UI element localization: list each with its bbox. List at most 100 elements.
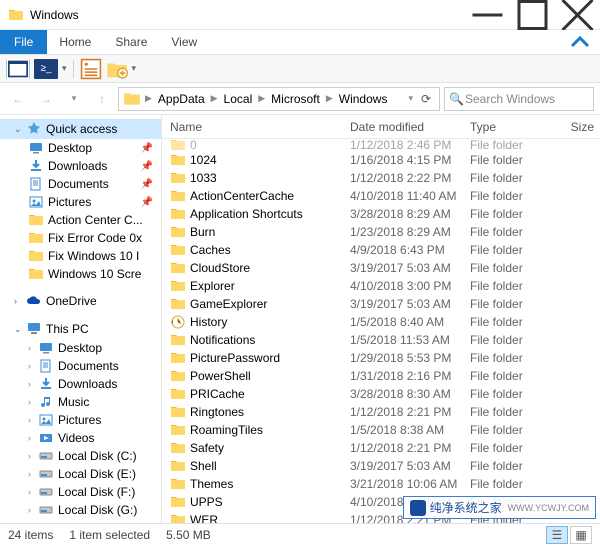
breadcrumb[interactable]: AppData (154, 92, 209, 106)
search-input[interactable]: 🔍 Search Windows (444, 87, 594, 111)
address-bar[interactable]: ▶ AppData ▶ Local ▶ Microsoft ▶ Windows … (118, 87, 440, 111)
chevron-right-icon[interactable]: › (28, 487, 38, 497)
folder-icon (8, 7, 24, 23)
file-name: PowerShell (190, 369, 350, 383)
disk-icon (38, 484, 54, 500)
status-size: 5.50 MB (166, 528, 211, 542)
file-date: 1/12/2018 2:21 PM (350, 441, 470, 455)
forward-button[interactable]: → (34, 87, 58, 111)
sidebar-item[interactable]: Pictures📌 (0, 193, 161, 211)
sidebar-item[interactable]: ›Desktop (0, 339, 161, 357)
sidebar-item[interactable]: Fix Windows 10 I (0, 247, 161, 265)
table-row[interactable]: CloudStore3/19/2017 5:03 AMFile folder (162, 259, 600, 277)
tab-share[interactable]: Share (103, 30, 159, 54)
table-row[interactable]: Application Shortcuts3/28/2018 8:29 AMFi… (162, 205, 600, 223)
sidebar-item[interactable]: Action Center C... (0, 211, 161, 229)
maximize-button[interactable] (510, 0, 555, 30)
thumbnails-view-button[interactable]: ▦ (570, 526, 592, 544)
table-row[interactable]: Notifications1/5/2018 11:53 AMFile folde… (162, 331, 600, 349)
table-row[interactable]: PicturePassword1/29/2018 5:53 PMFile fol… (162, 349, 600, 367)
chevron-right-icon[interactable]: › (28, 361, 38, 371)
sidebar-item[interactable]: Windows 10 Scre (0, 265, 161, 283)
chevron-right-icon[interactable]: ▶ (209, 93, 220, 104)
chevron-down-icon[interactable]: ▾ (406, 93, 415, 104)
chevron-right-icon[interactable]: › (28, 415, 38, 425)
tab-home[interactable]: Home (47, 30, 103, 54)
file-type: File folder (470, 441, 550, 455)
chevron-down-icon[interactable]: ⌄ (14, 324, 26, 335)
chevron-right-icon[interactable]: › (28, 505, 38, 515)
table-row[interactable]: Shell3/19/2017 5:03 AMFile folder (162, 457, 600, 475)
file-name: History (190, 315, 350, 329)
up-button[interactable]: ↑ (90, 87, 114, 111)
table-row[interactable]: 10331/12/2018 2:22 PMFile folder (162, 169, 600, 187)
file-name: Shell (190, 459, 350, 473)
sidebar-item[interactable]: ›Downloads (0, 375, 161, 393)
sidebar-item[interactable]: Documents📌 (0, 175, 161, 193)
refresh-button[interactable]: ⟳ (415, 92, 437, 106)
column-date[interactable]: Date modified (350, 120, 470, 134)
table-row[interactable]: PowerShell1/31/2018 2:16 PMFile folder (162, 367, 600, 385)
table-row[interactable]: Safety1/12/2018 2:21 PMFile folder (162, 439, 600, 457)
minimize-button[interactable] (465, 0, 510, 30)
properties-button[interactable] (80, 58, 102, 80)
chevron-right-icon[interactable]: › (28, 397, 38, 407)
sidebar-item[interactable]: ›Pictures (0, 411, 161, 429)
table-row[interactable]: Themes3/21/2018 10:06 AMFile folder (162, 475, 600, 493)
close-button[interactable] (555, 0, 600, 30)
table-row[interactable]: GameExplorer3/19/2017 5:03 AMFile folder (162, 295, 600, 313)
table-row[interactable]: PRICache3/28/2018 8:30 AMFile folder (162, 385, 600, 403)
sidebar-item[interactable]: ›Videos (0, 429, 161, 447)
table-row[interactable]: 01/12/2018 2:46 PMFile folder (162, 139, 600, 151)
sidebar-item[interactable]: Fix Error Code 0x (0, 229, 161, 247)
file-name: Notifications (190, 333, 350, 347)
tab-view[interactable]: View (159, 30, 209, 54)
folder-icon (28, 266, 44, 282)
table-row[interactable]: ActionCenterCache4/10/2018 11:40 AMFile … (162, 187, 600, 205)
details-view-button[interactable]: ☰ (546, 526, 568, 544)
table-row[interactable]: Explorer4/10/2018 3:00 PMFile folder (162, 277, 600, 295)
quick-access-header[interactable]: ⌄ Quick access (0, 119, 161, 139)
column-type[interactable]: Type (470, 120, 550, 134)
folder-icon (170, 404, 186, 420)
sidebar-item[interactable]: Downloads📌 (0, 157, 161, 175)
sidebar-item[interactable]: Desktop📌 (0, 139, 161, 157)
onedrive-header[interactable]: › OneDrive (0, 291, 161, 311)
sidebar-item[interactable]: ›Music (0, 393, 161, 411)
table-row[interactable]: Ringtones1/12/2018 2:21 PMFile folder (162, 403, 600, 421)
sidebar-item[interactable]: ›Local Disk (E:) (0, 465, 161, 483)
chevron-right-icon[interactable]: ▶ (324, 93, 335, 104)
file-date: 1/12/2018 2:46 PM (350, 139, 470, 152)
chevron-right-icon[interactable]: › (28, 433, 38, 443)
sidebar-item[interactable]: ›Documents (0, 357, 161, 375)
breadcrumb[interactable]: Local (220, 92, 257, 106)
sidebar-item[interactable]: ›Local Disk (G:) (0, 501, 161, 519)
chevron-right-icon[interactable]: › (28, 343, 38, 353)
column-size[interactable]: Size (550, 120, 600, 134)
table-row[interactable]: Burn1/23/2018 8:29 AMFile folder (162, 223, 600, 241)
breadcrumb[interactable]: Microsoft (267, 92, 324, 106)
table-row[interactable]: Caches4/9/2018 6:43 PMFile folder (162, 241, 600, 259)
powershell-button[interactable]: ≥_ (34, 59, 58, 79)
new-window-button[interactable] (6, 59, 30, 79)
breadcrumb[interactable]: Windows (335, 92, 392, 106)
chevron-right-icon[interactable]: › (14, 296, 26, 306)
back-button[interactable]: ← (6, 87, 30, 111)
sidebar-item[interactable]: ›Local Disk (F:) (0, 483, 161, 501)
recent-locations-button[interactable]: ▾ (62, 87, 86, 111)
new-folder-button[interactable] (106, 58, 128, 80)
this-pc-header[interactable]: ⌄ This PC (0, 319, 161, 339)
chevron-right-icon[interactable]: ▶ (143, 93, 154, 104)
table-row[interactable]: RoamingTiles1/5/2018 8:38 AMFile folder (162, 421, 600, 439)
chevron-right-icon[interactable]: › (28, 451, 38, 461)
table-row[interactable]: 10241/16/2018 4:15 PMFile folder (162, 151, 600, 169)
chevron-right-icon[interactable]: › (28, 469, 38, 479)
file-tab[interactable]: File (0, 30, 47, 54)
expand-ribbon-button[interactable] (560, 30, 600, 54)
table-row[interactable]: History1/5/2018 8:40 AMFile folder (162, 313, 600, 331)
chevron-down-icon[interactable]: ⌄ (14, 124, 26, 135)
chevron-right-icon[interactable]: ▶ (256, 93, 267, 104)
column-name[interactable]: Name (170, 120, 350, 134)
sidebar-item[interactable]: ›Local Disk (C:) (0, 447, 161, 465)
chevron-right-icon[interactable]: › (28, 379, 38, 389)
